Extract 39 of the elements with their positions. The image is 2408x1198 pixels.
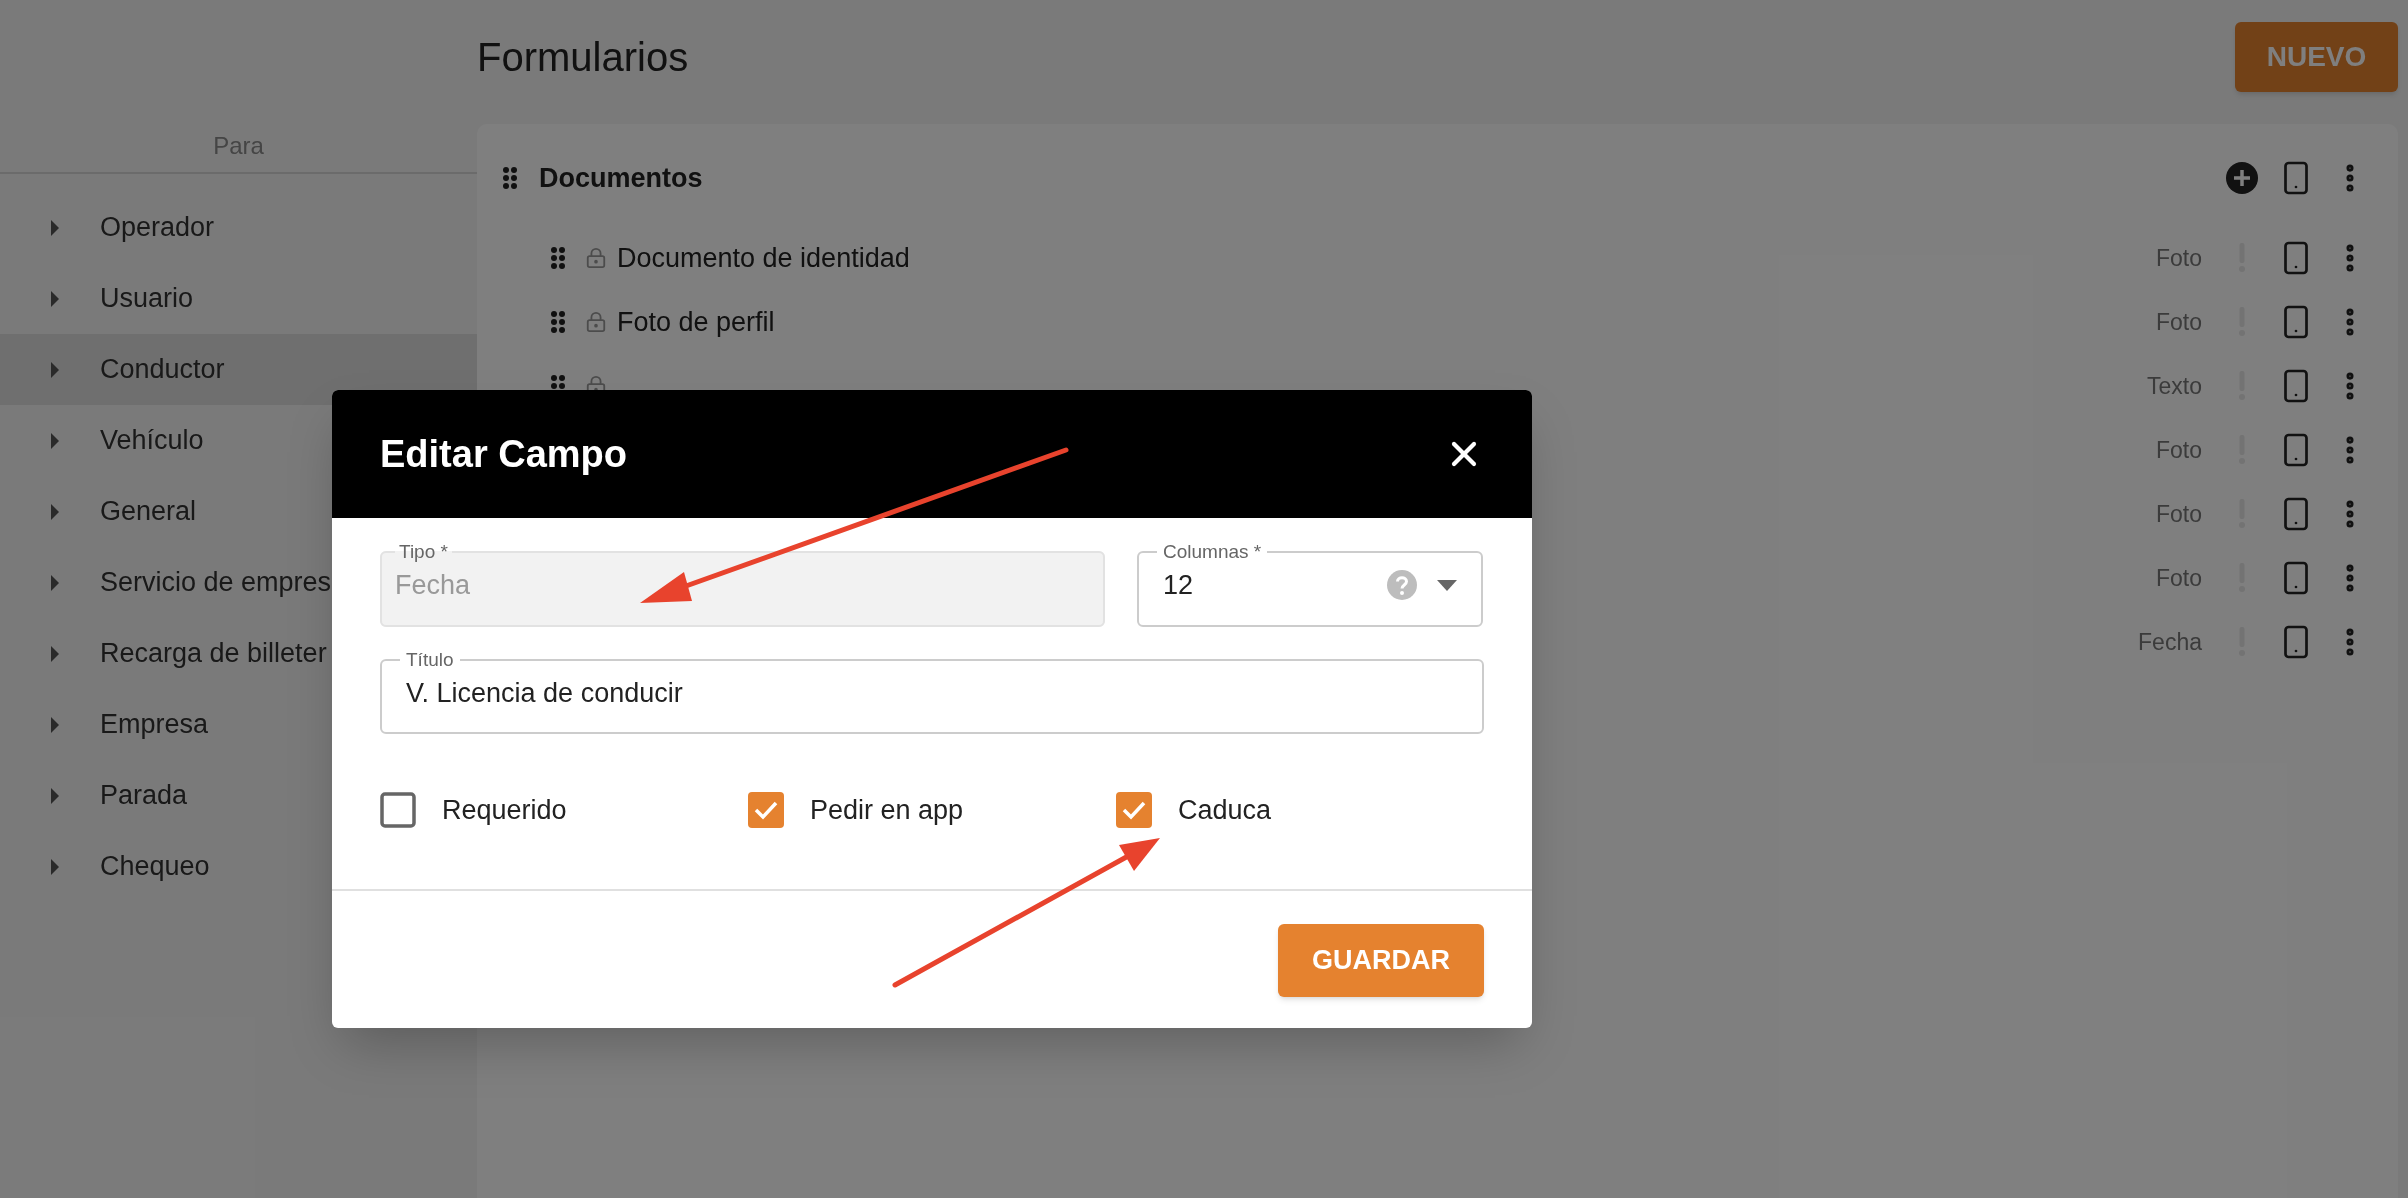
- field-name: Foto de perfil: [617, 305, 775, 339]
- drag-handle-icon[interactable]: [503, 167, 517, 189]
- caret-right-icon[interactable]: [50, 857, 60, 876]
- drag-handle-icon[interactable]: [551, 311, 565, 333]
- field-type: Texto: [2147, 371, 2202, 401]
- sidebar-item[interactable]: Usuario: [0, 263, 477, 334]
- checkbox[interactable]: [1116, 792, 1152, 829]
- sidebar-item[interactable]: Operador: [0, 192, 477, 263]
- checkbox-label: Caduca: [1178, 794, 1272, 827]
- section-title: Documentos: [539, 161, 703, 195]
- sidebar-item[interactable]: Conductor: [0, 334, 477, 405]
- new-button[interactable]: NUEVO: [2235, 22, 2398, 92]
- save-button[interactable]: GUARDAR: [1278, 923, 1484, 997]
- field-name: Documento de identidad: [617, 241, 910, 275]
- field-type: Foto: [2155, 243, 2202, 273]
- caret-right-icon[interactable]: [50, 573, 60, 592]
- field-type: Foto: [2155, 307, 2202, 337]
- dialog-title: Editar Campo: [380, 431, 628, 477]
- checkbox-label: Pedir en app: [810, 794, 964, 827]
- field-type: Fecha: [2138, 627, 2202, 657]
- caret-right-icon[interactable]: [50, 502, 60, 521]
- sidebar-item[interactable]: Chequeo: [0, 831, 477, 902]
- caret-right-icon[interactable]: [50, 431, 60, 450]
- field-type: Foto: [2155, 563, 2202, 593]
- field-type: Foto: [2155, 499, 2202, 529]
- checkbox[interactable]: [380, 792, 416, 829]
- drag-handle-icon[interactable]: [551, 247, 565, 269]
- caret-right-icon[interactable]: [50, 715, 60, 734]
- caret-right-icon[interactable]: [50, 786, 60, 805]
- field-type: Foto: [2155, 435, 2202, 465]
- checkbox-label: Requerido: [442, 794, 567, 827]
- caret-right-icon[interactable]: [50, 289, 60, 308]
- caret-right-icon[interactable]: [50, 644, 60, 663]
- page-title: Formularios: [477, 34, 689, 81]
- caret-right-icon[interactable]: [50, 218, 60, 237]
- add-icon[interactable]: [2226, 162, 2258, 194]
- dropdown-icon[interactable]: [1437, 579, 1457, 591]
- checkbox[interactable]: [748, 792, 784, 829]
- caret-right-icon[interactable]: [50, 360, 60, 379]
